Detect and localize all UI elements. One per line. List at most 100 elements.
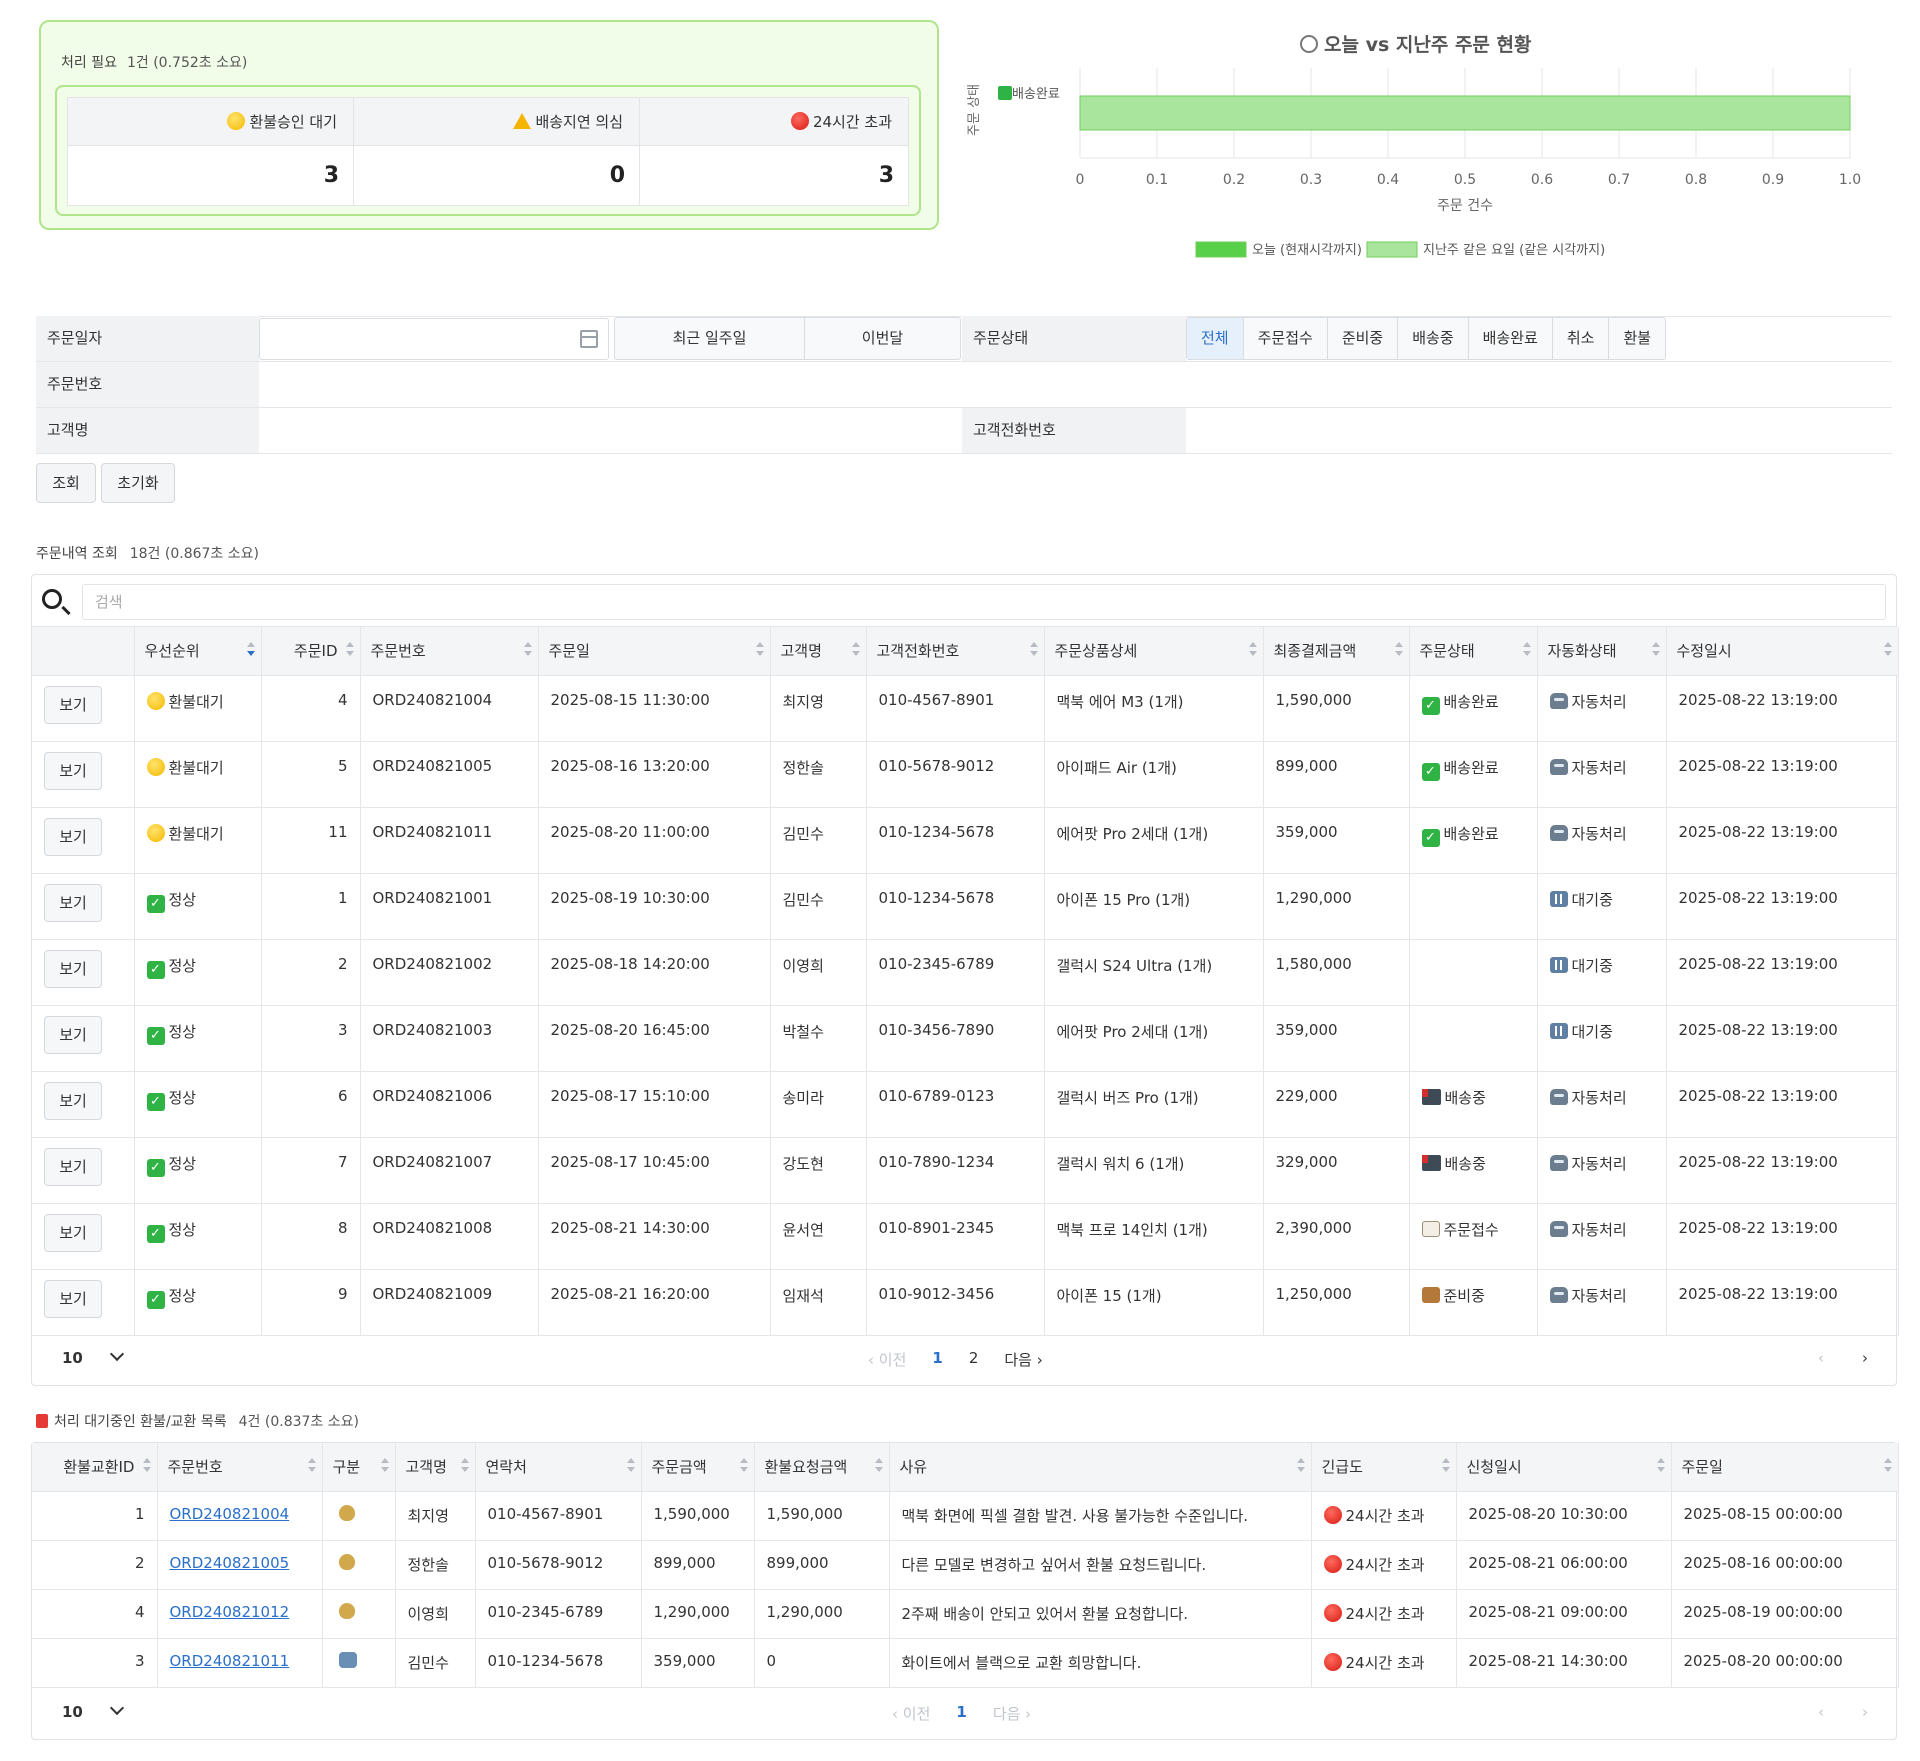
col-product[interactable]: 주문상품상세 xyxy=(1044,627,1264,676)
order-link[interactable]: ORD240821005 xyxy=(170,1554,290,1572)
col-refund-order-amount[interactable]: 주문금액 xyxy=(641,1443,755,1492)
sort-icon[interactable] xyxy=(1883,642,1892,658)
prev-page-button[interactable]: ‹ 이전 xyxy=(868,1349,906,1370)
last-page-button[interactable]: › xyxy=(1862,1349,1868,1367)
col-refund-phone[interactable]: 연락처 xyxy=(475,1443,642,1492)
order-link[interactable]: ORD240821012 xyxy=(170,1603,290,1621)
col-order-no[interactable]: 주문번호 xyxy=(360,627,539,676)
order-link[interactable]: ORD240821004 xyxy=(170,1505,290,1523)
table-row[interactable]: 1 ORD240821004 최지영 010-4567-8901 1,590,000 1,… xyxy=(32,1491,1899,1541)
sort-icon[interactable] xyxy=(523,642,532,658)
col-updated[interactable]: 수정일시 xyxy=(1666,627,1899,676)
sort-icon[interactable] xyxy=(1656,1458,1665,1474)
search-button[interactable]: 조회 xyxy=(36,463,96,503)
table-row[interactable]: 보기 ✓ 정상 6 ORD240821006 2025-08-17 15:10:00 송미라… xyxy=(32,1071,1899,1138)
reset-button[interactable]: 초기화 xyxy=(101,463,175,503)
view-button[interactable]: 보기 xyxy=(44,1081,102,1120)
view-button[interactable]: 보기 xyxy=(44,1213,102,1252)
sort-icon[interactable] xyxy=(142,1458,151,1474)
col-status[interactable]: 주문상태 xyxy=(1409,627,1538,676)
refund-page-size-select[interactable]: 10 xyxy=(62,1703,83,1721)
sort-icon[interactable] xyxy=(1296,1458,1305,1474)
sort-icon[interactable] xyxy=(1651,642,1660,658)
sort-icon[interactable] xyxy=(1883,1458,1892,1474)
refund-first-page-button[interactable]: ‹ xyxy=(1818,1703,1824,1721)
status-received[interactable]: 주문접수 xyxy=(1244,318,1328,359)
sort-icon[interactable] xyxy=(874,1458,883,1474)
sort-icon[interactable] xyxy=(246,642,255,658)
status-all[interactable]: 전체 xyxy=(1187,318,1244,359)
col-refund-urgency[interactable]: 긴급도 xyxy=(1311,1443,1457,1492)
customer-phone-input[interactable] xyxy=(1186,408,1892,453)
status-preparing[interactable]: 준비중 xyxy=(1328,318,1399,359)
table-row[interactable]: 보기 환불대기 4 ORD240821004 2025-08-15 11:30:00 최지… xyxy=(32,675,1899,742)
order-date-input[interactable] xyxy=(259,318,609,360)
table-row[interactable]: 보기 ✓ 정상 8 ORD240821008 2025-08-21 14:30:00 윤서연… xyxy=(32,1203,1899,1270)
table-row[interactable]: 보기 ✓ 정상 2 ORD240821002 2025-08-18 14:20:00 이영희… xyxy=(32,939,1899,1006)
orders-search-input[interactable]: 검색 xyxy=(82,584,1886,620)
col-phone[interactable]: 고객전화번호 xyxy=(866,627,1045,676)
chevron-down-icon[interactable] xyxy=(109,1700,125,1716)
sort-icon[interactable] xyxy=(1248,642,1257,658)
page-1-button[interactable]: 1 xyxy=(932,1349,942,1370)
col-refund-id[interactable]: 환불교환ID xyxy=(32,1443,158,1492)
status-shipping[interactable]: 배송중 xyxy=(1398,318,1469,359)
table-row[interactable]: 보기 ✓ 정상 7 ORD240821007 2025-08-17 10:45:00 강도현… xyxy=(32,1137,1899,1204)
col-refund-reason[interactable]: 사유 xyxy=(889,1443,1312,1492)
table-row[interactable]: 보기 ✓ 정상 9 ORD240821009 2025-08-21 16:20:00 임재석… xyxy=(32,1269,1899,1336)
col-refund-customer[interactable]: 고객명 xyxy=(395,1443,476,1492)
col-order-date[interactable]: 주문일 xyxy=(538,627,771,676)
sort-icon[interactable] xyxy=(345,642,354,658)
view-button[interactable]: 보기 xyxy=(44,883,102,922)
col-refund-ordered[interactable]: 주문일 xyxy=(1671,1443,1899,1492)
chevron-down-icon[interactable] xyxy=(109,1346,125,1362)
page-size-select[interactable]: 10 xyxy=(62,1349,83,1367)
status-delivered[interactable]: 배송완료 xyxy=(1469,318,1553,359)
view-button[interactable]: 보기 xyxy=(44,1015,102,1054)
page-2-button[interactable]: 2 xyxy=(969,1349,979,1370)
table-row[interactable]: 보기 ✓ 정상 3 ORD240821003 2025-08-20 16:45:00 박철수… xyxy=(32,1005,1899,1072)
sort-icon[interactable] xyxy=(739,1458,748,1474)
calendar-icon[interactable] xyxy=(580,330,598,348)
col-priority[interactable]: 우선순위 xyxy=(134,627,262,676)
col-amount[interactable]: 최종결제금액 xyxy=(1263,627,1410,676)
sort-icon[interactable] xyxy=(307,1458,316,1474)
col-refund-type[interactable]: 구분 xyxy=(322,1443,396,1492)
table-row[interactable]: 4 ORD240821012 이영희 010-2345-6789 1,290,000 1,… xyxy=(32,1589,1899,1639)
table-row[interactable]: 보기 환불대기 5 ORD240821005 2025-08-16 13:20:00 정한… xyxy=(32,741,1899,808)
sort-icon[interactable] xyxy=(380,1458,389,1474)
view-button[interactable]: 보기 xyxy=(44,1147,102,1186)
col-refund-requested[interactable]: 신청일시 xyxy=(1456,1443,1672,1492)
next-page-button[interactable]: 다음 › xyxy=(1004,1349,1042,1370)
col-customer[interactable]: 고객명 xyxy=(770,627,867,676)
col-refund-order-no[interactable]: 주문번호 xyxy=(157,1443,323,1492)
view-button[interactable]: 보기 xyxy=(44,817,102,856)
sort-icon[interactable] xyxy=(1441,1458,1450,1474)
sort-icon[interactable] xyxy=(851,642,860,658)
sort-icon[interactable] xyxy=(460,1458,469,1474)
sort-icon[interactable] xyxy=(626,1458,635,1474)
table-row[interactable]: 보기 환불대기 11 ORD240821011 2025-08-20 11:00:00 김… xyxy=(32,807,1899,874)
view-button[interactable]: 보기 xyxy=(44,1279,102,1318)
table-row[interactable]: 보기 ✓ 정상 1 ORD240821001 2025-08-19 10:30:00 김민수… xyxy=(32,873,1899,940)
status-refund[interactable]: 환불 xyxy=(1609,318,1665,359)
refund-last-page-button[interactable]: › xyxy=(1862,1703,1868,1721)
first-page-button[interactable]: ‹ xyxy=(1818,1349,1824,1367)
table-row[interactable]: 3 ORD240821011 김민수 010-1234-5678 359,000 0 화이트… xyxy=(32,1638,1899,1688)
order-link[interactable]: ORD240821011 xyxy=(170,1652,290,1670)
refund-prev-page-button[interactable]: ‹ 이전 xyxy=(892,1703,930,1724)
table-row[interactable]: 2 ORD240821005 정한솔 010-5678-9012 899,000 899,… xyxy=(32,1540,1899,1590)
sort-icon[interactable] xyxy=(1394,642,1403,658)
sort-icon[interactable] xyxy=(1522,642,1531,658)
status-cancelled[interactable]: 취소 xyxy=(1553,318,1610,359)
col-order-id[interactable]: 주문ID xyxy=(261,627,361,676)
order-number-input[interactable] xyxy=(259,362,1892,407)
refund-next-page-button[interactable]: 다음 › xyxy=(993,1703,1031,1724)
view-button[interactable]: 보기 xyxy=(44,685,102,724)
this-month-button[interactable]: 이번달 xyxy=(805,318,960,359)
refund-page-1-button[interactable]: 1 xyxy=(956,1703,966,1724)
sort-icon[interactable] xyxy=(755,642,764,658)
last-week-button[interactable]: 최근 일주일 xyxy=(615,318,805,359)
customer-name-input[interactable] xyxy=(259,408,962,453)
col-automation[interactable]: 자동화상태 xyxy=(1537,627,1667,676)
